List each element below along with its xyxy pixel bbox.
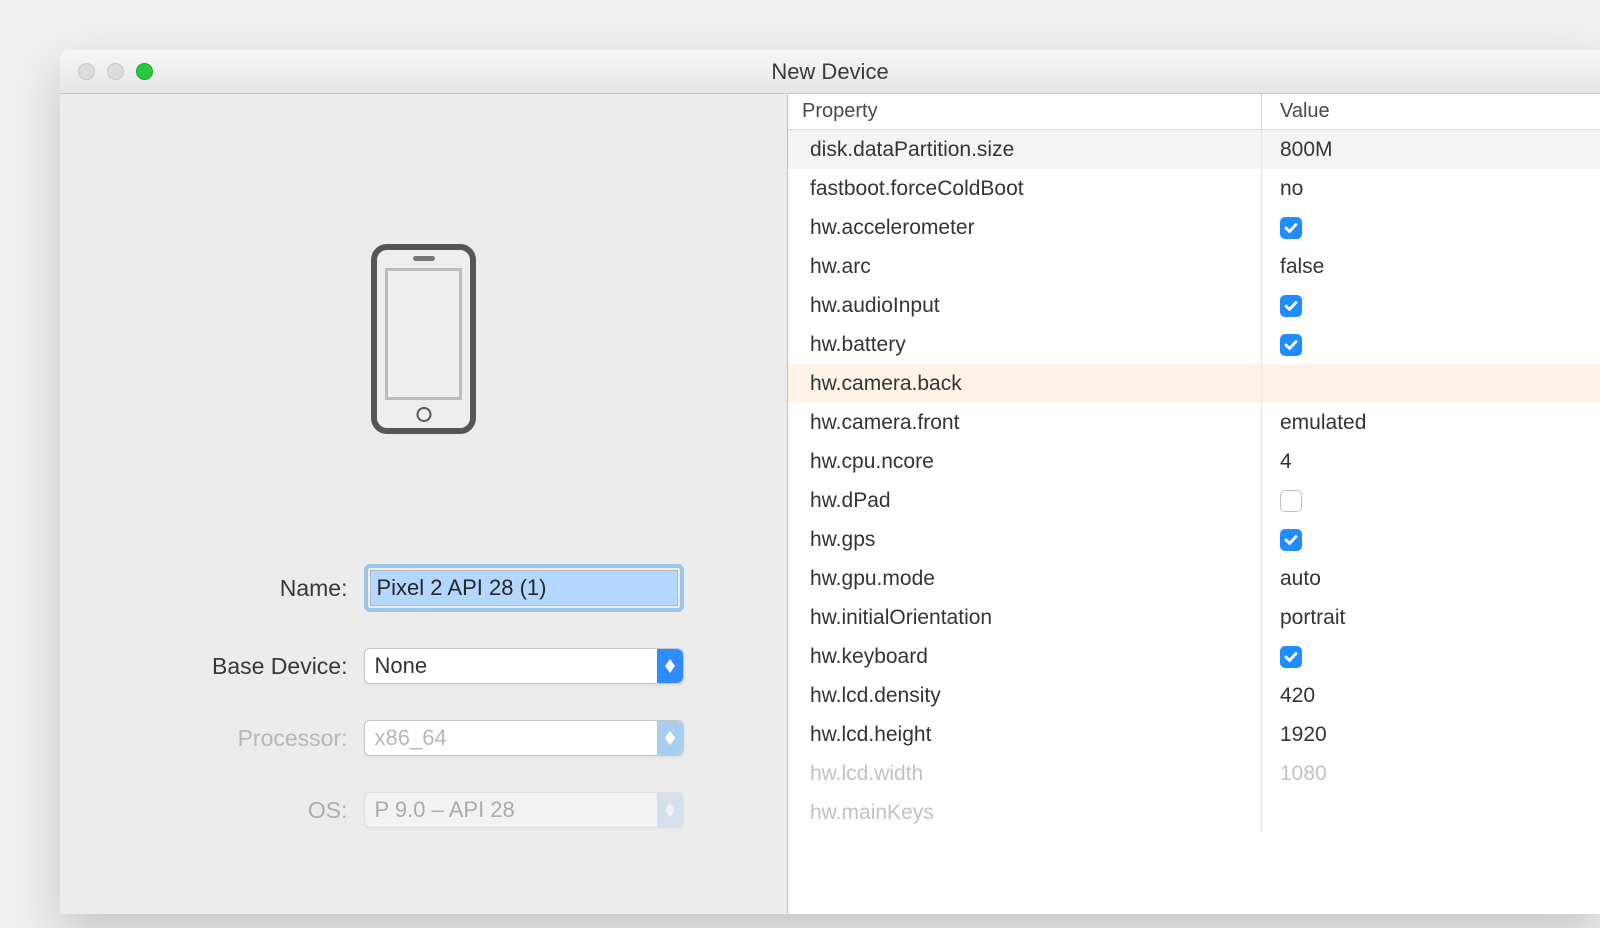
processor-label: Processor: [164, 725, 364, 752]
device-preview [371, 244, 476, 434]
name-input[interactable] [370, 570, 678, 606]
table-row[interactable]: hw.audioInput [788, 286, 1600, 325]
table-row[interactable]: hw.dPad [788, 481, 1600, 520]
table-row[interactable]: hw.camera.frontemulated [788, 403, 1600, 442]
table-row[interactable]: hw.gpu.modeauto [788, 559, 1600, 598]
name-label: Name: [164, 575, 364, 602]
stepper-icon [657, 649, 683, 683]
property-cell: hw.lcd.density [788, 676, 1262, 715]
value-cell[interactable]: 800M [1262, 130, 1600, 169]
processor-value: x86_64 [365, 725, 447, 751]
checkbox[interactable] [1280, 334, 1302, 356]
value-cell[interactable]: 1080 [1262, 754, 1600, 793]
table-row[interactable]: hw.gps [788, 520, 1600, 559]
value-cell[interactable] [1262, 325, 1600, 364]
table-row[interactable]: hw.accelerometer [788, 208, 1600, 247]
table-row[interactable]: hw.camera.back [788, 364, 1600, 403]
table-row[interactable]: hw.lcd.height1920 [788, 715, 1600, 754]
checkbox[interactable] [1280, 217, 1302, 239]
table-row[interactable]: hw.initialOrientationportrait [788, 598, 1600, 637]
col-property[interactable]: Property [788, 94, 1262, 129]
os-value: P 9.0 – API 28 [365, 797, 515, 823]
table-row[interactable]: hw.lcd.width1080 [788, 754, 1600, 793]
table-row[interactable]: hw.battery [788, 325, 1600, 364]
value-cell[interactable] [1262, 520, 1600, 559]
property-cell: hw.camera.front [788, 403, 1262, 442]
col-value[interactable]: Value [1262, 94, 1600, 129]
value-cell[interactable] [1262, 208, 1600, 247]
window: New Device Name: Base Device: [60, 50, 1600, 914]
table-row[interactable]: hw.keyboard [788, 637, 1600, 676]
value-cell[interactable]: auto [1262, 559, 1600, 598]
titlebar: New Device [60, 50, 1600, 94]
processor-select[interactable]: x86_64 [364, 720, 684, 756]
property-cell: hw.gps [788, 520, 1262, 559]
table-body: disk.dataPartition.size800Mfastboot.forc… [788, 130, 1600, 914]
os-label: OS: [164, 797, 364, 824]
phone-icon [371, 244, 476, 434]
value-cell[interactable]: false [1262, 247, 1600, 286]
property-cell: hw.initialOrientation [788, 598, 1262, 637]
os-select[interactable]: P 9.0 – API 28 [364, 792, 684, 828]
value-cell[interactable]: 4 [1262, 442, 1600, 481]
table-row[interactable]: hw.mainKeys [788, 793, 1600, 832]
value-cell[interactable] [1262, 637, 1600, 676]
table-row[interactable]: fastboot.forceColdBootno [788, 169, 1600, 208]
value-cell[interactable]: 1920 [1262, 715, 1600, 754]
table-header: Property Value [788, 94, 1600, 130]
table-row[interactable]: hw.lcd.density420 [788, 676, 1600, 715]
value-cell[interactable]: portrait [1262, 598, 1600, 637]
table-row[interactable]: disk.dataPartition.size800M [788, 130, 1600, 169]
properties-panel: Property Value disk.dataPartition.size80… [788, 94, 1600, 914]
table-row[interactable]: hw.arcfalse [788, 247, 1600, 286]
property-cell: disk.dataPartition.size [788, 130, 1262, 169]
property-cell: hw.dPad [788, 481, 1262, 520]
checkbox[interactable] [1280, 529, 1302, 551]
base-device-select[interactable]: None [364, 648, 684, 684]
property-cell: hw.lcd.height [788, 715, 1262, 754]
value-cell[interactable]: 420 [1262, 676, 1600, 715]
checkbox[interactable] [1280, 646, 1302, 668]
stepper-icon [657, 721, 683, 755]
value-cell[interactable]: emulated [1262, 403, 1600, 442]
base-device-value: None [365, 653, 428, 679]
property-cell: hw.camera.back [788, 364, 1262, 403]
checkbox[interactable] [1280, 295, 1302, 317]
value-cell[interactable] [1262, 286, 1600, 325]
property-cell: fastboot.forceColdBoot [788, 169, 1262, 208]
property-cell: hw.arc [788, 247, 1262, 286]
property-cell: hw.mainKeys [788, 793, 1262, 832]
property-cell: hw.cpu.ncore [788, 442, 1262, 481]
device-form: Name: Base Device: None [164, 564, 684, 864]
value-cell[interactable] [1262, 793, 1600, 832]
property-cell: hw.gpu.mode [788, 559, 1262, 598]
base-device-label: Base Device: [164, 653, 364, 680]
property-cell: hw.battery [788, 325, 1262, 364]
value-cell[interactable]: no [1262, 169, 1600, 208]
checkbox[interactable] [1280, 490, 1302, 512]
left-panel: Name: Base Device: None [60, 94, 788, 914]
property-cell: hw.lcd.width [788, 754, 1262, 793]
value-cell[interactable] [1262, 364, 1600, 403]
value-cell[interactable] [1262, 481, 1600, 520]
stepper-icon [657, 793, 683, 827]
property-cell: hw.keyboard [788, 637, 1262, 676]
table-row[interactable]: hw.cpu.ncore4 [788, 442, 1600, 481]
property-cell: hw.accelerometer [788, 208, 1262, 247]
property-cell: hw.audioInput [788, 286, 1262, 325]
window-title: New Device [60, 59, 1600, 85]
